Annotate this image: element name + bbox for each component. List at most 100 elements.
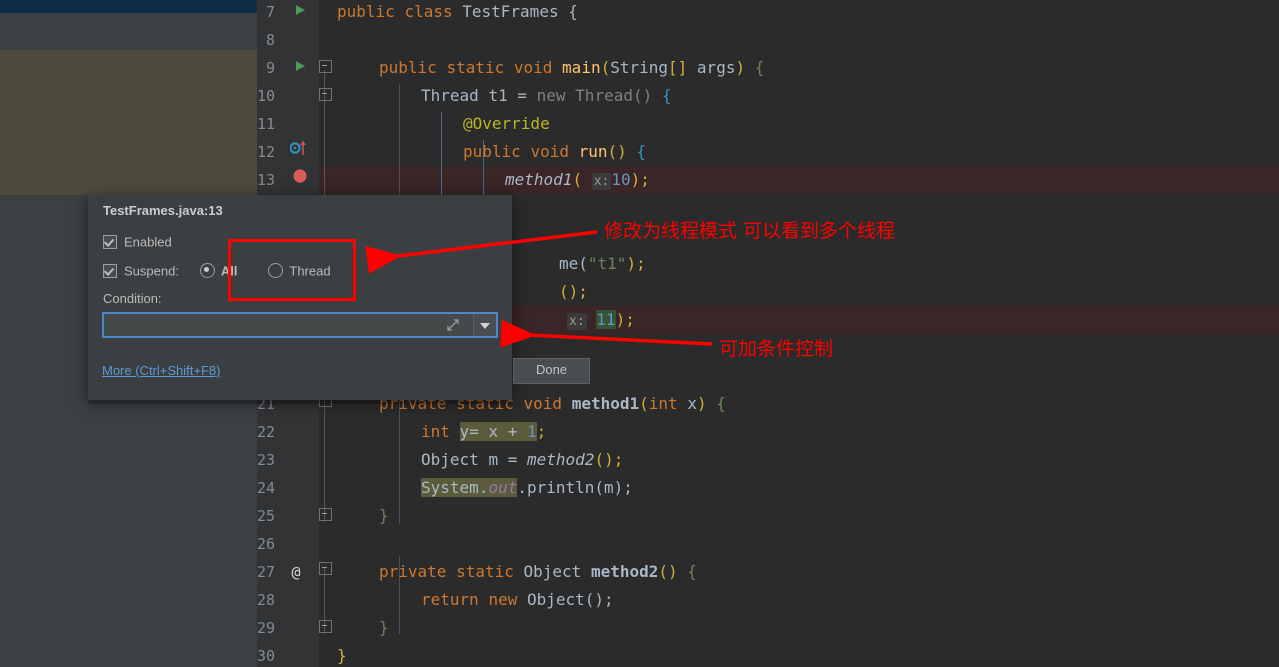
token-keyword: static [456, 562, 514, 581]
token-brackets: [] [668, 58, 688, 77]
condition-input[interactable] [104, 314, 472, 338]
token-keyword: public [463, 142, 521, 161]
code-line-24: System.out.println(m); [421, 474, 633, 502]
condition-field-wrapper[interactable] [102, 312, 498, 338]
token-parens: () [607, 142, 627, 161]
line-number: 9 [265, 59, 275, 77]
panel-highlight-band [0, 50, 257, 195]
token-expression: = x + [469, 422, 527, 441]
line-number: 7 [265, 3, 275, 21]
token-tail: ); [630, 170, 650, 189]
annotation-text-thread-mode: 修改为线程模式 可以看到多个线程 [604, 220, 896, 242]
enabled-row[interactable]: Enabled [103, 233, 172, 251]
token-method: run [578, 142, 608, 161]
breakpoint-icon[interactable] [289, 166, 311, 194]
code-line-29: } [379, 614, 389, 642]
line-number: 22 [257, 423, 275, 441]
line-number: 24 [257, 479, 275, 497]
token-type: Thread [421, 86, 479, 105]
annotation-marker-icon[interactable]: @ [285, 558, 307, 586]
fold-collapse-icon[interactable] [319, 562, 332, 575]
token-keyword: void [523, 394, 563, 413]
expand-editor-icon[interactable] [446, 318, 460, 332]
suspend-checkbox[interactable] [103, 263, 117, 278]
token-keyword: int [648, 394, 678, 413]
enabled-checkbox[interactable] [103, 234, 117, 249]
token-keyword: new [488, 590, 518, 609]
fold-collapse-icon[interactable] [319, 620, 332, 633]
condition-dropdown-button[interactable] [473, 314, 496, 336]
token-brace: { [568, 2, 578, 21]
token-keyword: int [421, 422, 450, 441]
token-brace: { [687, 562, 697, 581]
token-paren: ) [735, 58, 746, 77]
token-brace: } [337, 646, 347, 665]
code-line-23: Object m = method2(); [421, 446, 623, 474]
token-number: 1 [526, 422, 537, 441]
condition-label: Condition: [103, 291, 162, 306]
token-semicolon: ; [536, 422, 547, 441]
line-number: 29 [257, 619, 275, 637]
token-paren: ( [639, 394, 649, 413]
code-line-10: Thread t1 = new Thread() { [421, 82, 672, 110]
line-number: 27 [257, 563, 275, 581]
token-brace: { [754, 58, 765, 77]
code-line-hidden-1: me("t1"); [559, 250, 646, 278]
dialog-shadow [88, 400, 512, 404]
fold-collapse-icon[interactable] [319, 508, 332, 521]
line-number: 26 [257, 535, 275, 553]
code-line-7: public class TestFrames { [337, 0, 578, 26]
token-classname: TestFrames [462, 2, 559, 21]
indent-guide [441, 112, 442, 198]
fold-collapse-icon[interactable] [319, 60, 332, 73]
code-line-25: } [379, 502, 389, 530]
line-number: 8 [265, 31, 275, 49]
token-partial: (); [559, 282, 588, 301]
token-keyword: class [404, 2, 453, 21]
token-partial: me( [559, 254, 588, 273]
token-field: out [488, 478, 518, 497]
code-line-9: public static void main(String[] args) { [379, 54, 764, 82]
token-class: System. [421, 478, 489, 497]
token-keyword: public [379, 58, 437, 77]
token-keyword: void [530, 142, 569, 161]
code-line-hidden-2: (); [559, 278, 588, 306]
token-type: String [610, 58, 669, 77]
done-button[interactable]: Done [513, 358, 590, 384]
token-method: main [562, 58, 601, 77]
token-method-call: method2 [527, 450, 595, 469]
run-arrow-icon[interactable] [289, 0, 311, 26]
token-keyword: void [513, 58, 553, 77]
annotation-text-condition: 可加条件控制 [719, 338, 834, 360]
radio-all[interactable] [199, 263, 215, 279]
token-string: "t1" [587, 254, 627, 273]
token-variable: y [459, 422, 470, 441]
line-number: 25 [257, 507, 275, 525]
code-line-27: private static Object method2() { [379, 558, 697, 586]
token-operator: = [507, 450, 518, 469]
token-number: 11 [596, 310, 616, 329]
line-number: 23 [257, 451, 275, 469]
token-operator: = [517, 86, 527, 105]
token-tail: ); [615, 310, 635, 329]
line-number: 30 [257, 647, 275, 665]
code-line-30: } [337, 642, 347, 667]
more-options-link[interactable]: More (Ctrl+Shift+F8) [102, 363, 220, 378]
navy-title-bar [0, 0, 257, 13]
token-brace: { [636, 142, 647, 161]
line-number: 10 [257, 87, 275, 105]
panel-toolbar-band [0, 13, 257, 50]
suspend-label: Suspend: [124, 263, 179, 279]
token-paren: ( [572, 170, 583, 189]
run-arrow-icon[interactable] [289, 54, 311, 82]
token-call: .println(m); [517, 478, 633, 497]
token-annotation: @Override [463, 114, 550, 133]
token-brace: { [716, 394, 726, 413]
fold-collapse-icon[interactable] [319, 88, 332, 101]
token-paren: ( [600, 58, 611, 77]
code-line-12: public void run() { [463, 138, 646, 166]
token-type: Object [523, 562, 582, 581]
override-marker-icon[interactable] [289, 138, 311, 166]
code-line-hidden-3: x: 11); [567, 306, 635, 334]
parameter-hint: x: [567, 313, 587, 330]
